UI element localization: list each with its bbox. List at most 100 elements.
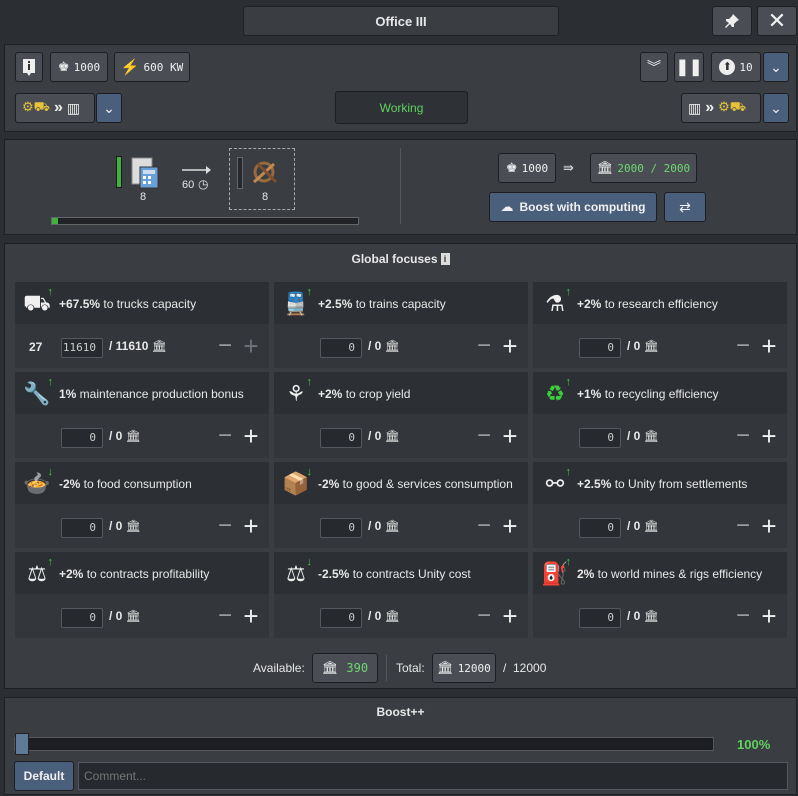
upgrade-icon: ⬆ [719,59,736,75]
focus-amount-input[interactable]: 11610 [61,338,103,358]
focus-amount-input[interactable]: 0 [320,338,362,358]
increase-button[interactable]: + [241,603,261,630]
increase-button[interactable]: + [241,513,261,540]
total-display: 🏛 12000 [432,653,496,683]
status-display: Working [335,91,468,124]
focus-max-value: 0 [374,429,382,443]
focus-label-text: +2% to crop yield [318,386,411,401]
collapse-button[interactable]: ︾ [640,52,668,82]
focus-label: +2.5% to trains capacity [318,288,523,320]
focus-amount-input[interactable]: 0 [579,428,621,448]
focus-amount-input[interactable]: 0 [579,608,621,628]
increase-button[interactable]: + [241,333,261,360]
decrease-button[interactable]: − [733,604,753,630]
maintenance-icon [250,158,282,186]
recycle-icon: ♻ ↑ [545,376,572,406]
increase-button[interactable]: + [500,333,520,360]
output-dropdown-button[interactable]: ⌄ [763,93,789,123]
decrease-button[interactable]: − [474,424,494,450]
focus-amount-input[interactable]: 0 [320,518,362,538]
boost-computing-button[interactable]: ☁ Boost with computing [489,192,657,222]
production-divider [400,148,401,224]
focus-amount-input[interactable]: 0 [579,338,621,358]
available-label: Available: [253,661,305,675]
increase-button[interactable]: + [500,423,520,450]
increase-button[interactable]: + [500,603,520,630]
input-selector[interactable]: ⚙⛟ » ▥ [15,93,95,123]
focus-max-value: 0 [374,339,382,353]
arrow-icon: ↑ [565,376,572,388]
worker-icon: ♚ [57,59,70,74]
arrow-icon: ↑ [47,376,54,388]
default-button[interactable]: Default [14,761,74,791]
decrease-button[interactable]: − [474,604,494,630]
close-button[interactable]: ✕ [757,6,797,36]
focus-tile: 📦 ↓ -2% to good & services consumption 0/ 0… [274,462,528,548]
increase-button[interactable]: + [759,513,779,540]
available-value: 390 [346,661,369,675]
input-arrow: » [54,99,63,116]
available-display: 🏛 390 [312,653,378,683]
boost-slider[interactable] [14,733,714,755]
pin-button[interactable] [712,6,752,36]
double-chevron-down-icon: ︾ [647,59,661,75]
focus-max: / 0 🏛 [627,609,659,623]
focus-tile: 🚆 ↑ +2.5% to trains capacity 0/ 0 🏛 − + [274,282,528,368]
computing-input-display: ♚ 1000 [498,153,556,183]
focus-max: / 0 🏛 [109,609,141,623]
info-badge-icon[interactable]: i [440,253,450,265]
decrease-button[interactable]: − [733,424,753,450]
focus-amount-input[interactable]: 0 [579,518,621,538]
bank-icon: 🏛 [437,660,454,675]
decrease-button[interactable]: − [733,514,753,540]
pause-icon: ❚❚ [675,59,703,76]
focus-tile: ⛟ ↑ +67.5% to trucks capacity 27 11610/ 1161… [15,282,269,368]
focus-label-text: +2.5% to Unity from settlements [577,476,748,491]
focus-label: +1% to recycling efficiency [577,378,782,410]
computing-to-value: 2000 / 2000 [617,161,691,175]
focus-label-text: -2% to good & services consumption [318,476,513,491]
focus-max-value: 0 [115,609,123,623]
info-button[interactable] [15,52,43,82]
focus-amount-input[interactable]: 0 [320,428,362,448]
increase-button[interactable]: + [759,423,779,450]
focus-label: 2% to world mines & rigs efficiency [577,558,782,590]
increase-button[interactable]: + [500,513,520,540]
decrease-button[interactable]: − [215,514,235,540]
decrease-button[interactable]: − [474,514,494,540]
focus-amount-input[interactable]: 0 [61,428,103,448]
focus-amount-input[interactable]: 0 [61,608,103,628]
comment-input[interactable] [78,762,788,790]
focus-amount-input[interactable]: 0 [61,518,103,538]
worker-icon: ♚ [505,160,518,175]
increase-button[interactable]: + [759,333,779,360]
focus-max-value: 0 [115,429,123,443]
focus-amount-input[interactable]: 0 [320,608,362,628]
decrease-button[interactable]: − [733,334,753,360]
focus-label-text: 1% maintenance production bonus [59,386,244,401]
bank-icon: 🏛 [151,339,167,353]
increase-button[interactable]: + [241,423,261,450]
upgrade-dropdown-button[interactable]: ⌄ [763,52,789,82]
focus-label: +2.5% to Unity from settlements [577,468,782,500]
decrease-button[interactable]: − [215,604,235,630]
focus-label-text: +2% to contracts profitability [59,566,210,581]
pause-button[interactable]: ❚❚ [674,52,704,82]
decrease-button[interactable]: − [215,424,235,450]
chevron-down-icon: ⌄ [770,99,782,116]
focus-max: / 0 🏛 [109,519,141,533]
unity-display: 🏛 2000 / 2000 [590,153,697,183]
focus-label: +2% to contracts profitability [59,558,264,590]
oil-rig-icon: ⛽ ↑ [541,556,571,586]
boost-slider-handle[interactable] [15,733,29,755]
increase-button[interactable]: + [759,603,779,630]
upgrade-display[interactable]: ⬆ 10 [711,52,761,82]
transfer-button[interactable]: ⇄ [664,192,706,222]
output-selector[interactable]: ▥ » ⚙⛟ [681,93,761,123]
cloud-icon: ☁ [500,199,514,214]
arrow-icon: ↑ [565,466,572,478]
decrease-button[interactable]: − [474,334,494,360]
decrease-button[interactable]: − [215,334,235,360]
factory-icon: ▥ [66,99,81,116]
input-dropdown-button[interactable]: ⌄ [96,93,122,123]
